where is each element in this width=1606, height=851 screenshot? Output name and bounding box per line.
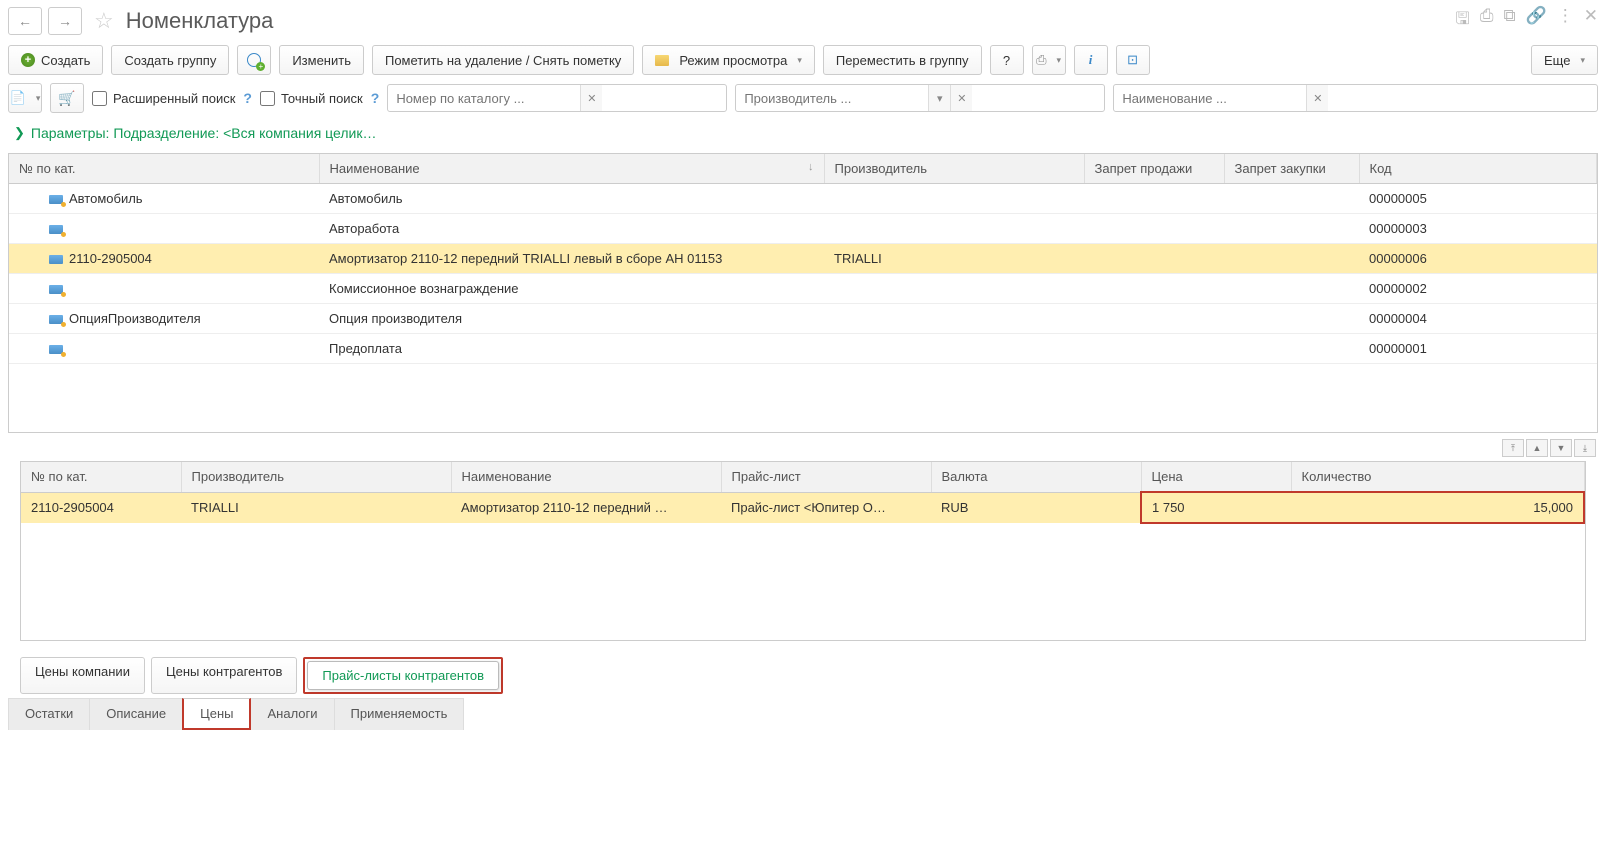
splitter-bottom-button[interactable]: ⤓ <box>1574 439 1596 457</box>
dcol-qty[interactable]: Количество <box>1291 462 1584 492</box>
exact-search-checkbox[interactable] <box>260 91 275 106</box>
item-icon <box>49 345 63 354</box>
mark-delete-button[interactable]: Пометить на удаление / Снять пометку <box>372 45 634 75</box>
bottom-tabs: Остатки Описание Цены Аналоги Применяемо… <box>8 698 1598 730</box>
edit-button[interactable]: Изменить <box>279 45 364 75</box>
info-button[interactable]: i <box>1074 45 1108 75</box>
chevron-right-icon: ❯ <box>14 125 25 141</box>
catalog-clear-button[interactable]: ✕ <box>580 85 602 111</box>
item-icon <box>49 315 63 324</box>
maker-input[interactable] <box>736 85 928 111</box>
tab-prices[interactable]: Цены <box>182 698 251 730</box>
maker-dropdown-button[interactable]: ▾ <box>928 85 950 111</box>
catalog-number-input[interactable] <box>388 85 580 111</box>
kebab-icon[interactable]: ⋮ <box>1557 6 1574 35</box>
view-mode-button[interactable]: Режим просмотра <box>642 45 815 75</box>
col-catalog-num[interactable]: № по кат. <box>9 154 319 184</box>
globe-plus-icon <box>247 53 261 67</box>
exact-search-checkbox-label[interactable]: Точный поиск <box>260 91 363 106</box>
create-group-button[interactable]: Создать группу <box>111 45 229 75</box>
dcol-name[interactable]: Наименование <box>451 462 721 492</box>
back-button[interactable]: ← <box>8 7 42 35</box>
folder-icon <box>655 55 669 66</box>
help-icon-1[interactable]: ? <box>243 90 252 106</box>
exact-search-text: Точный поиск <box>281 91 363 106</box>
extended-search-text: Расширенный поиск <box>113 91 235 106</box>
printer-icon: ⎙ <box>1036 52 1046 68</box>
tab-company-prices[interactable]: Цены компании <box>20 657 145 694</box>
col-name-label: Наименование <box>330 161 420 176</box>
tab-applicability[interactable]: Применяемость <box>334 698 465 730</box>
detail-table-container: № по кат. Производитель Наименование Пра… <box>20 461 1586 641</box>
save-icon[interactable]: 🖫 <box>1455 6 1469 35</box>
table-row[interactable]: 2110-2905004Амортизатор 2110-12 передний… <box>9 244 1597 274</box>
price-subtabs: Цены компании Цены контрагентов Прайс-ли… <box>20 657 1586 694</box>
dcol-catnum[interactable]: № по кат. <box>21 462 181 492</box>
tab-counterparty-pricelists[interactable]: Прайс-листы контрагентов <box>307 661 499 690</box>
extended-search-checkbox-label[interactable]: Расширенный поиск <box>92 91 235 106</box>
item-icon <box>49 255 63 264</box>
nomenclature-table: № по кат. Наименование ↓ Производитель З… <box>9 154 1597 364</box>
table-row[interactable]: Авторабота00000003 <box>9 214 1597 244</box>
help-button[interactable]: ? <box>990 45 1024 75</box>
maker-clear-button[interactable]: ✕ <box>950 85 972 111</box>
pricelist-table: № по кат. Производитель Наименование Пра… <box>21 462 1585 524</box>
splitter-down-button[interactable]: ▼ <box>1550 439 1572 457</box>
dcol-maker[interactable]: Производитель <box>181 462 451 492</box>
dcol-price[interactable]: Цена <box>1141 462 1291 492</box>
extended-search-checkbox[interactable] <box>92 91 107 106</box>
favorite-star-icon[interactable]: ☆ <box>88 8 120 34</box>
name-clear-button[interactable]: ✕ <box>1306 85 1328 111</box>
page-title: Номенклатура <box>126 8 1450 34</box>
table-row[interactable]: 2110-2905004TRIALLIАмортизатор 2110-12 п… <box>21 492 1584 523</box>
tab-description[interactable]: Описание <box>89 698 183 730</box>
col-sale-block[interactable]: Запрет продажи <box>1084 154 1224 184</box>
table-row[interactable]: Комиссионное вознаграждение00000002 <box>9 274 1597 304</box>
tab-counterparty-prices[interactable]: Цены контрагентов <box>151 657 297 694</box>
params-text: Параметры: Подразделение: <Вся компания … <box>31 125 377 141</box>
link-icon[interactable]: 🔗 <box>1526 6 1547 35</box>
plus-icon: + <box>21 53 35 67</box>
copy-global-button[interactable] <box>237 45 271 75</box>
col-code[interactable]: Код <box>1359 154 1597 184</box>
table-row[interactable]: ОпцияПроизводителяОпция производителя000… <box>9 304 1597 334</box>
col-maker[interactable]: Производитель <box>824 154 1084 184</box>
dcol-pricelist[interactable]: Прайс-лист <box>721 462 931 492</box>
cart-icon: 🛒 <box>58 90 75 107</box>
splitter-up-button[interactable]: ▲ <box>1526 439 1548 457</box>
item-icon <box>49 225 63 234</box>
create-label: Создать <box>41 53 90 68</box>
print-dropdown-button[interactable]: ⎙ <box>1032 45 1066 75</box>
dcol-currency[interactable]: Валюта <box>931 462 1141 492</box>
more-button[interactable]: Еще <box>1531 45 1598 75</box>
item-icon <box>49 195 63 204</box>
print-icon[interactable]: ⎙ <box>1480 6 1494 35</box>
filter-reports-button[interactable]: 📄 <box>8 83 42 113</box>
create-button[interactable]: + Создать <box>8 45 103 75</box>
report-icon: 📄 <box>10 90 26 106</box>
sort-arrow-icon: ↓ <box>808 161 814 173</box>
item-icon <box>49 285 63 294</box>
move-to-group-button[interactable]: Переместить в группу <box>823 45 982 75</box>
col-buy-block[interactable]: Запрет закупки <box>1224 154 1359 184</box>
close-icon[interactable]: ✕ <box>1584 6 1598 35</box>
main-table-container: № по кат. Наименование ↓ Производитель З… <box>8 153 1598 433</box>
tab-stock[interactable]: Остатки <box>8 698 90 730</box>
search-panel-button[interactable]: ⊡ <box>1116 45 1150 75</box>
help-icon-2[interactable]: ? <box>371 90 380 106</box>
splitter-controls: ⤒ ▲ ▼ ⤓ <box>0 437 1606 459</box>
params-summary[interactable]: ❯ Параметры: Подразделение: <Вся компани… <box>0 117 1606 149</box>
magnifier-panel-icon: ⊡ <box>1127 52 1138 68</box>
view-mode-label: Режим просмотра <box>679 53 787 68</box>
preview-icon[interactable]: ⧉ <box>1503 6 1515 35</box>
cart-button[interactable]: 🛒 <box>50 83 84 113</box>
tab-analogs[interactable]: Аналоги <box>250 698 334 730</box>
table-row[interactable]: АвтомобильАвтомобиль00000005 <box>9 184 1597 214</box>
forward-button[interactable]: → <box>48 7 82 35</box>
table-row[interactable]: Предоплата00000001 <box>9 334 1597 364</box>
splitter-top-button[interactable]: ⤒ <box>1502 439 1524 457</box>
name-input[interactable] <box>1114 85 1306 111</box>
col-name[interactable]: Наименование ↓ <box>319 154 824 184</box>
